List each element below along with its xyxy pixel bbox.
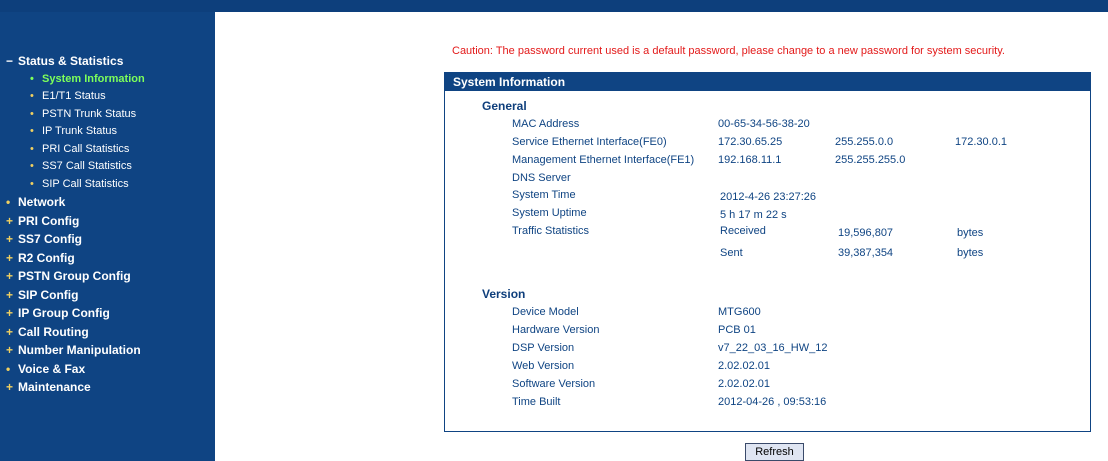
password-caution: Caution: The password current used is a … — [452, 45, 1005, 57]
fe0-ip: 172.30.65.25 — [718, 136, 783, 148]
menu-number-manipulation[interactable]: + Number Manipulation — [6, 341, 145, 360]
hardware-version-label: Hardware Version — [512, 324, 600, 336]
fe0-mask: 255.255.0.0 — [835, 136, 894, 148]
software-version-label: Software Version — [512, 378, 596, 390]
system-time-label: System Time — [512, 189, 576, 201]
content-corner — [215, 10, 275, 70]
menu-network[interactable]: • Network — [6, 193, 145, 212]
fe1-ip: 192.168.11.1 — [718, 154, 782, 166]
expand-icon: + — [6, 306, 14, 320]
sidebar-menu: − Status & Statistics • System Information… — [6, 52, 145, 397]
version-heading: Version — [482, 287, 526, 301]
top-bar — [0, 0, 1108, 12]
time-built-label: Time Built — [512, 396, 561, 408]
refresh-button[interactable]: Refresh — [745, 443, 804, 461]
received-label: Received — [720, 225, 766, 237]
bullet-icon: • — [30, 90, 34, 102]
traffic-label: Traffic Statistics — [512, 225, 590, 237]
submenu-e1t1-status[interactable]: • E1/T1 Status — [6, 88, 145, 106]
mac-value: 00-65-34-56-38-20 — [718, 118, 810, 130]
submenu-ss7-call-statistics[interactable]: • SS7 Call Statistics — [6, 158, 145, 176]
collapse-icon: − — [6, 54, 14, 68]
system-uptime-value: 5 h 17 m 22 s — [720, 209, 787, 221]
bullet-icon: • — [30, 160, 34, 172]
sent-label: Sent — [720, 247, 743, 259]
mac-label: MAC Address — [512, 118, 580, 130]
menu-r2-config[interactable]: + R2 Config — [6, 249, 145, 268]
received-value: 19,596,807 — [838, 227, 894, 239]
hardware-version-value: PCB 01 — [718, 324, 756, 336]
expand-icon: + — [6, 213, 14, 228]
system-uptime-label: System Uptime — [512, 207, 587, 219]
expand-icon: + — [6, 343, 14, 357]
received-unit: bytes — [957, 227, 984, 239]
software-version-value: 2.02.02.01 — [718, 378, 770, 390]
menu-sip-config[interactable]: + SIP Config — [6, 286, 145, 305]
fe1-mask: 255.255.255.0 — [835, 154, 906, 166]
submenu-sip-call-statistics[interactable]: • SIP Call Statistics — [6, 176, 145, 194]
system-time-value: 2012-4-26 23:27:26 — [720, 191, 817, 203]
time-built-value: 2012-04-26 , 09:53:16 — [718, 396, 827, 408]
menu-status-statistics[interactable]: − Status & Statistics — [6, 52, 145, 71]
bullet-icon: • — [30, 177, 34, 190]
panel-title: System Information — [445, 73, 1090, 91]
sent-unit: bytes — [957, 247, 984, 259]
expand-icon: + — [6, 287, 14, 302]
submenu-ip-trunk-status[interactable]: • IP Trunk Status — [6, 123, 145, 141]
bullet-icon: • — [6, 361, 11, 376]
device-model-value: MTG600 — [718, 306, 761, 318]
web-version-value: 2.02.02.01 — [718, 360, 770, 372]
expand-icon: + — [6, 324, 14, 339]
menu-pstn-group-config[interactable]: + PSTN Group Config — [6, 267, 145, 286]
bullet-icon: • — [30, 142, 34, 155]
submenu-pstn-trunk-status[interactable]: • PSTN Trunk Status — [6, 106, 145, 124]
menu-voice-fax[interactable]: • Voice & Fax — [6, 360, 145, 379]
dsp-version-value: v7_22_03_16_HW_12 — [718, 342, 828, 354]
fe0-label: Service Ethernet Interface(FE0) — [512, 136, 667, 148]
bullet-icon: • — [30, 125, 34, 137]
device-model-label: Device Model — [512, 306, 579, 318]
general-heading: General — [482, 99, 527, 113]
menu-maintenance[interactable]: + Maintenance — [6, 378, 145, 397]
dsp-version-label: DSP Version — [512, 342, 575, 354]
submenu-pri-call-statistics[interactable]: • PRI Call Statistics — [6, 141, 145, 159]
bullet-icon: • — [6, 195, 11, 209]
fe0-gateway: 172.30.0.1 — [955, 136, 1007, 148]
expand-icon: + — [6, 232, 14, 246]
dns-label: DNS Server — [512, 172, 571, 184]
bullet-icon: • — [30, 107, 34, 120]
expand-icon: + — [6, 250, 14, 265]
menu-ss7-config[interactable]: + SS7 Config — [6, 230, 145, 249]
expand-icon: + — [6, 380, 14, 394]
menu-pri-config[interactable]: + PRI Config — [6, 212, 145, 231]
system-information-panel: System Information General MAC Address 0… — [444, 72, 1091, 432]
submenu-system-information[interactable]: • System Information — [6, 71, 145, 89]
sent-value: 39,387,354 — [838, 247, 894, 259]
web-version-label: Web Version — [512, 360, 575, 372]
expand-icon: + — [6, 269, 14, 283]
fe1-label: Management Ethernet Interface(FE1) — [512, 154, 695, 166]
menu-ip-group-config[interactable]: + IP Group Config — [6, 304, 145, 323]
menu-call-routing[interactable]: + Call Routing — [6, 323, 145, 342]
bullet-icon: • — [30, 72, 34, 85]
